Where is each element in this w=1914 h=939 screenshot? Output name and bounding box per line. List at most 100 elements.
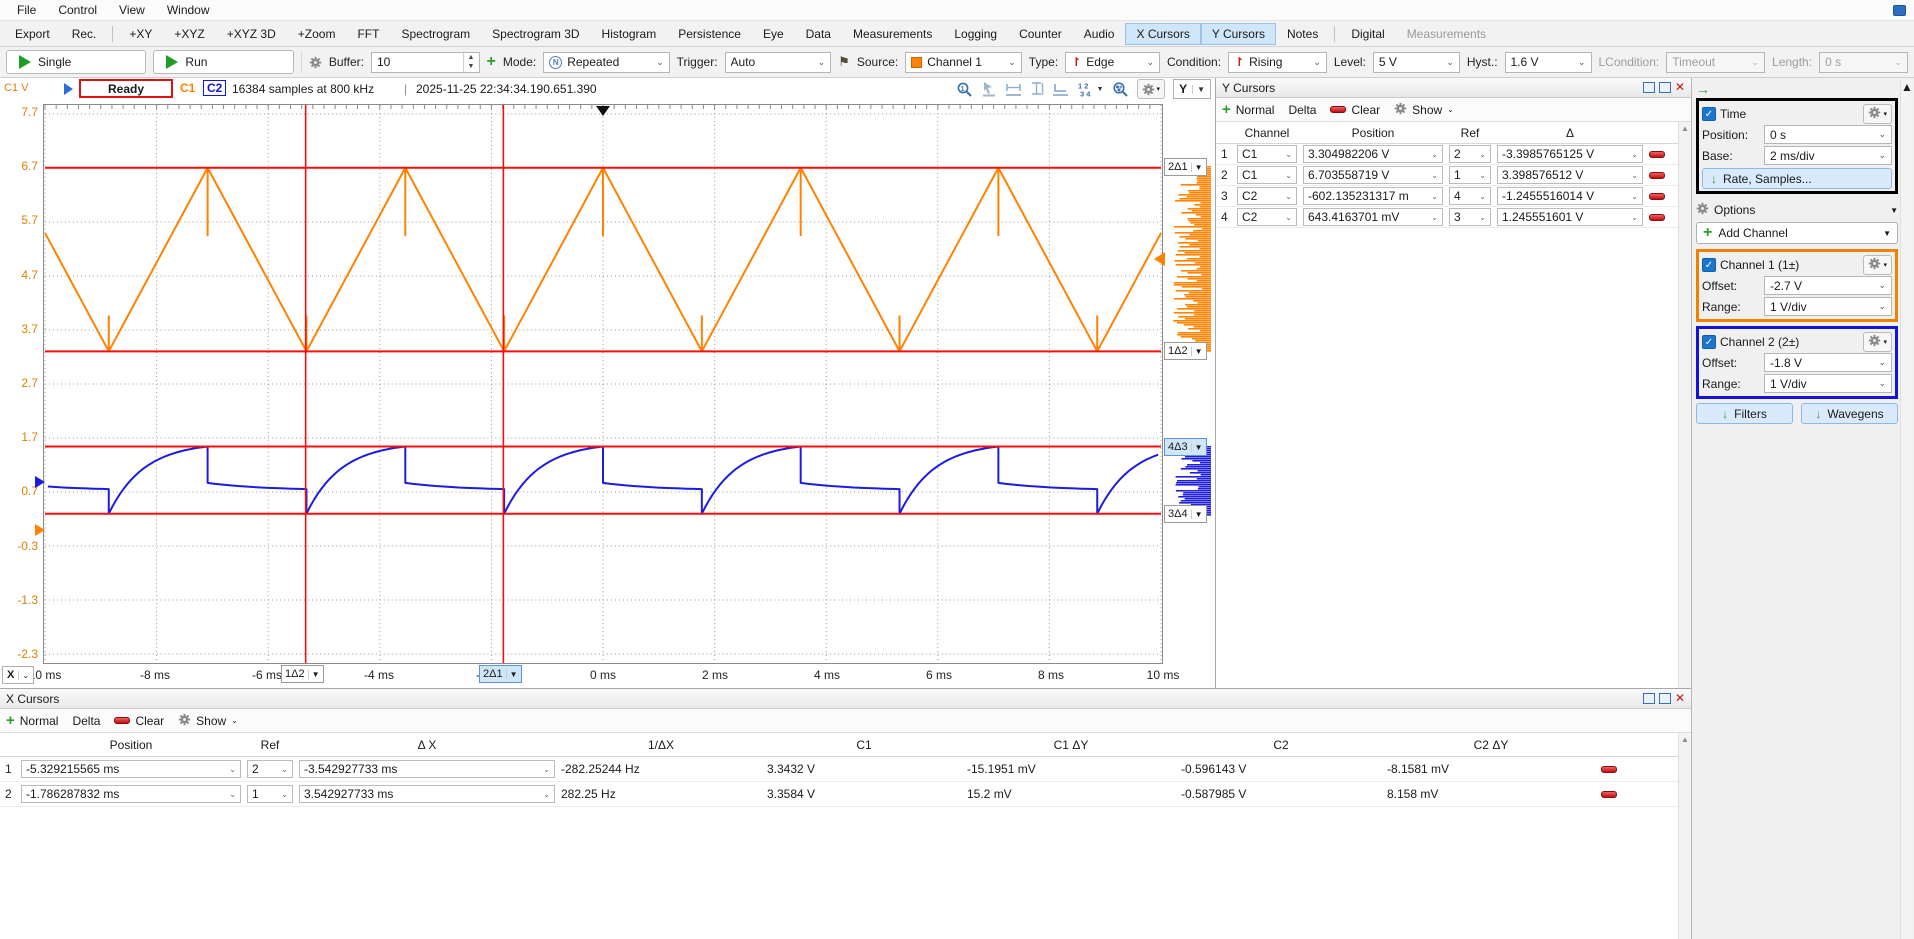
tab-eye[interactable]: Eye xyxy=(752,23,795,45)
maximize-window-icon[interactable] xyxy=(1659,82,1671,93)
x-cursor-position-select[interactable]: -1.786287832 ms⌄ xyxy=(21,785,241,803)
length-select[interactable]: 0 s ⌄ xyxy=(1819,52,1908,73)
channel2-range-select[interactable]: 1 V/div ⌄ xyxy=(1764,374,1892,393)
hysteresis-select[interactable]: 1.6 V ⌄ xyxy=(1505,52,1592,73)
x-cursor-dx-select[interactable]: -3.542927733 ms⌄ xyxy=(299,760,555,778)
stepper-arrows[interactable]: ▲▼ xyxy=(463,53,479,72)
menu-view[interactable]: View xyxy=(110,2,154,18)
add-normal-cursor-button[interactable]: + Normal xyxy=(1222,103,1274,117)
scope-plot[interactable]: 7.76.75.74.73.72.71.70.7-0.3-1.3-2.3-10 … xyxy=(0,100,1215,688)
channel1-offset-select[interactable]: -2.7 V ⌄ xyxy=(1764,276,1892,295)
add-delta-cursor-button[interactable]: Delta xyxy=(1288,103,1316,117)
menu-file[interactable]: File xyxy=(8,2,45,18)
show-options-button[interactable]: Show ⌄ xyxy=(1394,102,1454,118)
show-options-button[interactable]: Show ⌄ xyxy=(178,713,238,729)
y-cursor-position-select[interactable]: 3.304982206 V⌄ xyxy=(1303,145,1443,163)
tab-persistence[interactable]: Persistence xyxy=(667,23,752,45)
channel2-offset-marker[interactable] xyxy=(35,476,45,488)
tab-data[interactable]: Data xyxy=(795,23,842,45)
channel2-offset-select[interactable]: -1.8 V ⌄ xyxy=(1764,353,1892,372)
channel2-gear-button[interactable]: ▾ xyxy=(1863,332,1892,352)
y-cursor-delta-select[interactable]: -1.2455516014 V⌄ xyxy=(1497,187,1643,205)
remove-cursor-button[interactable] xyxy=(1649,214,1665,221)
time-base-select[interactable]: 2 ms/div ⌄ xyxy=(1764,146,1892,165)
plot-settings-button[interactable]: ▾ xyxy=(1137,79,1166,99)
tab-spectrogram[interactable]: Spectrogram xyxy=(390,23,481,45)
tab-audio[interactable]: Audio xyxy=(1073,23,1126,45)
y-cursor-delta-select[interactable]: 3.398576512 V⌄ xyxy=(1497,166,1643,184)
y-cursor-delta-select[interactable]: 1.245551601 V⌄ xyxy=(1497,208,1643,226)
remove-cursor-button[interactable] xyxy=(1649,193,1665,200)
sidebar-scrollbar[interactable]: ▲ xyxy=(1900,80,1913,939)
menu-window[interactable]: Window xyxy=(158,2,219,18)
y-cursor-handle-4Δ3[interactable]: 4Δ3▼ xyxy=(1164,438,1207,456)
tab--xyz[interactable]: +XYZ xyxy=(163,23,215,45)
time-gear-button[interactable]: ▾ xyxy=(1863,104,1892,124)
add-channel-button[interactable]: + Add Channel ▼ xyxy=(1696,222,1898,244)
filters-button[interactable]: ↓ Filters xyxy=(1696,403,1793,424)
wavegens-button[interactable]: ↓ Wavegens xyxy=(1801,403,1898,424)
clear-cursors-button[interactable]: Clear xyxy=(1330,103,1380,117)
y-cursor-delta-select[interactable]: -3.3985765125 V⌄ xyxy=(1497,145,1643,163)
x-table-scrollbar[interactable]: ▲ xyxy=(1678,733,1691,939)
x-cursor-handle-1Δ2[interactable]: 1Δ2▼ xyxy=(281,665,324,683)
channel1-tag[interactable]: C1 xyxy=(180,81,195,95)
remove-cursor-button[interactable] xyxy=(1601,766,1617,773)
y-table-scrollbar[interactable]: ▲ xyxy=(1678,122,1691,688)
y-axis-button[interactable]: Y▼ xyxy=(1173,79,1211,99)
time-position-select[interactable]: 0 s ⌄ xyxy=(1764,125,1892,144)
trigger-select[interactable]: Auto ⌄ xyxy=(725,52,832,73)
y-cursor-channel-select[interactable]: C1⌄ xyxy=(1237,145,1297,163)
x-cursor-dx-select[interactable]: 3.542927733 ms⌄ xyxy=(299,785,555,803)
add-acquisition-icon[interactable]: + xyxy=(487,56,496,68)
x-cursor-ref-select[interactable]: 1⌄ xyxy=(247,785,293,803)
channel1-checkbox[interactable]: ✓ xyxy=(1702,258,1716,272)
channel1-offset-marker[interactable] xyxy=(35,524,45,536)
tab-histogram[interactable]: Histogram xyxy=(591,23,668,45)
tab-fft[interactable]: FFT xyxy=(346,23,390,45)
y-cursor-ref-select[interactable]: 1⌄ xyxy=(1449,166,1491,184)
tab-notes[interactable]: Notes xyxy=(1276,23,1329,45)
y-cursor-position-select[interactable]: 6.703558719 V⌄ xyxy=(1303,166,1443,184)
channel1-gear-button[interactable]: ▾ xyxy=(1863,255,1892,275)
y-cursor-handle-1Δ2[interactable]: 1Δ2▼ xyxy=(1164,342,1207,360)
tab-export[interactable]: Export xyxy=(4,23,61,45)
y-cursor-channel-select[interactable]: C1⌄ xyxy=(1237,166,1297,184)
buffer-stepper[interactable]: 10 ▲▼ xyxy=(371,52,480,73)
clear-cursors-button[interactable]: Clear xyxy=(114,714,164,728)
zoom-options-icon[interactable] xyxy=(1112,81,1129,98)
y-cursor-position-select[interactable]: -602.135231317 m⌄ xyxy=(1303,187,1443,205)
remove-cursor-button[interactable] xyxy=(1649,172,1665,179)
options-row[interactable]: Options ▼ xyxy=(1696,198,1898,222)
y-cursor-position-select[interactable]: 643.4163701 mV⌄ xyxy=(1303,208,1443,226)
y-cursor-ref-select[interactable]: 2⌄ xyxy=(1449,145,1491,163)
x-cursor-handle-2Δ1[interactable]: 2Δ1▼ xyxy=(479,665,522,683)
trigger-level-marker[interactable] xyxy=(1154,252,1165,266)
single-button[interactable]: Single xyxy=(6,50,146,74)
add-delta-cursor-button[interactable]: Delta xyxy=(72,714,100,728)
mode-select[interactable]: N Repeated ⌄ xyxy=(543,52,669,73)
lcondition-select[interactable]: Timeout ⌄ xyxy=(1666,52,1765,73)
maximize-window-icon[interactable] xyxy=(1659,693,1671,704)
y-cursor-channel-select[interactable]: C2⌄ xyxy=(1237,208,1297,226)
close-icon[interactable]: ✕ xyxy=(1675,82,1685,93)
channel2-checkbox[interactable]: ✓ xyxy=(1702,335,1716,349)
rate-samples-button[interactable]: ↓ Rate, Samples... xyxy=(1702,168,1892,189)
float-window-icon[interactable] xyxy=(1643,82,1655,93)
tab--xyz-3d[interactable]: +XYZ 3D xyxy=(216,23,287,45)
app-window-icon[interactable] xyxy=(1893,5,1906,16)
y-cursor-handle-3Δ4[interactable]: 3Δ4▼ xyxy=(1164,505,1207,523)
zoom-1-icon[interactable]: 1 xyxy=(956,81,973,98)
close-icon[interactable]: ✕ xyxy=(1675,693,1685,704)
collapse-panel-icon[interactable]: → xyxy=(1696,81,1710,97)
condition-select[interactable]: ↾ Rising ⌄ xyxy=(1228,52,1327,73)
scope-canvas[interactable] xyxy=(43,104,1163,664)
tab-spectrogram-3d[interactable]: Spectrogram 3D xyxy=(481,23,590,45)
y-cursor-handle-2Δ1[interactable]: 2Δ1▼ xyxy=(1164,158,1207,176)
tab-measurements[interactable]: Measurements xyxy=(1396,23,1497,45)
time-checkbox[interactable]: ✓ xyxy=(1702,107,1716,121)
tab-counter[interactable]: Counter xyxy=(1008,23,1073,45)
buffer-gear-icon[interactable] xyxy=(309,56,322,69)
add-normal-cursor-button[interactable]: + Normal xyxy=(6,714,58,728)
tab-y-cursors[interactable]: Y Cursors xyxy=(1201,23,1276,45)
